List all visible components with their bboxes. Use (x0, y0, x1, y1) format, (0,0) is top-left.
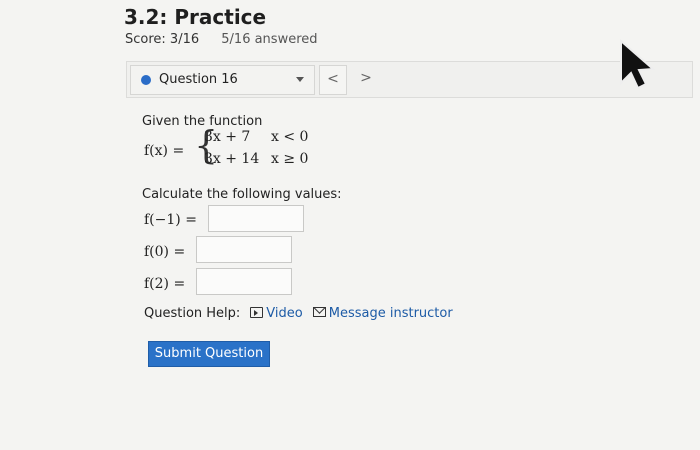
answer-input-f0[interactable] (196, 236, 292, 263)
answer-input-f2[interactable] (196, 268, 292, 295)
value-label: f(2) = (144, 276, 186, 292)
dropdown-caret-icon (296, 77, 304, 82)
answer-input-f-neg1[interactable] (208, 205, 304, 232)
mail-icon (312, 307, 326, 317)
video-link[interactable]: Video (266, 306, 302, 321)
message-instructor-link[interactable]: Message instructor (329, 306, 453, 321)
question-help: Question Help: Video Message instructor (144, 306, 453, 321)
page-title: 3.2: Practice (124, 5, 267, 29)
calc-prompt: Calculate the following values: (142, 187, 342, 202)
value-label: f(−1) = (144, 212, 197, 228)
question-select-label: Question 16 (159, 72, 238, 87)
function-label: f(x) = (144, 143, 185, 159)
video-icon (250, 307, 264, 318)
score-text: Score: 3/16 (125, 32, 200, 47)
value-label: f(0) = (144, 244, 186, 260)
question-nav-bar: Question 16 < > (126, 61, 693, 98)
cursor-arrow-icon (620, 38, 656, 90)
piece-condition: x ≥ 0 (271, 151, 309, 167)
score-row: Score: 3/16 5/16 answered (125, 32, 318, 47)
question-select[interactable]: Question 16 (130, 65, 315, 95)
answered-count: 5/16 answered (221, 32, 318, 47)
status-dot (141, 75, 151, 85)
piece-expression: 3x + 7 (204, 129, 251, 145)
piece-expression: 3x + 14 (204, 151, 260, 167)
prev-question-button[interactable]: < (319, 65, 347, 95)
submit-question-button[interactable]: Submit Question (148, 341, 270, 367)
next-question-button[interactable]: > (353, 65, 379, 93)
help-label: Question Help: (144, 306, 241, 321)
piece-condition: x < 0 (271, 129, 309, 145)
